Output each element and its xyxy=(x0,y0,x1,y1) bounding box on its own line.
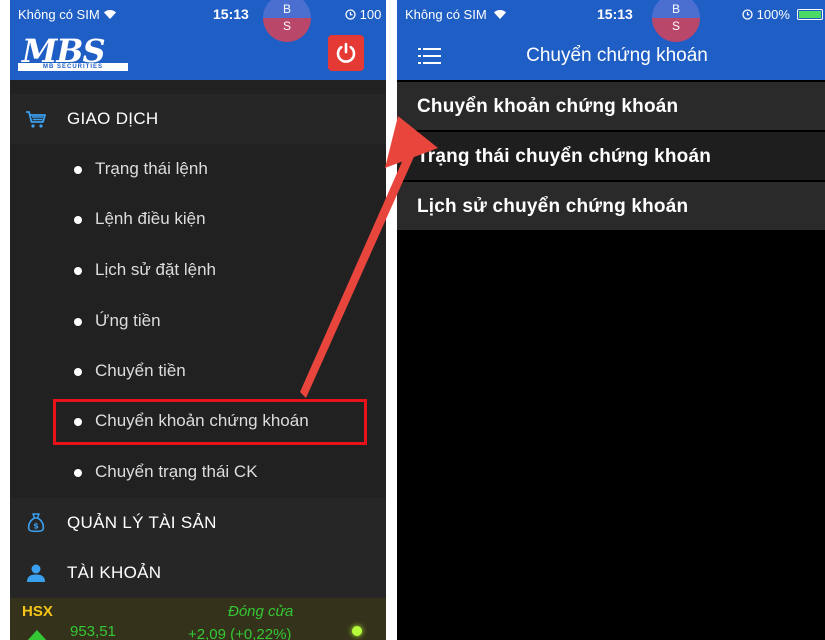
annotation-arrow-icon xyxy=(300,116,438,398)
